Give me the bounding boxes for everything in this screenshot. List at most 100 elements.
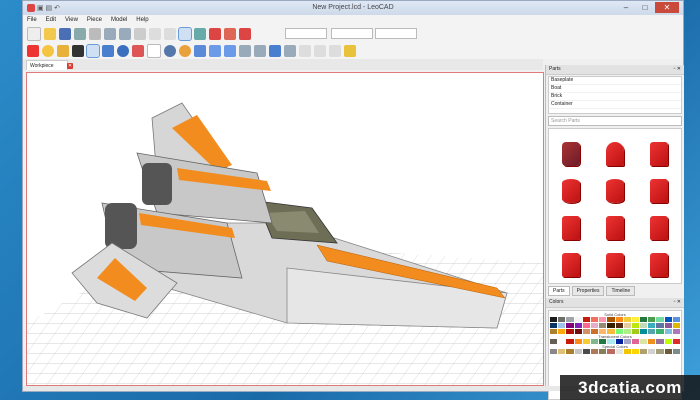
color-swatch[interactable] bbox=[558, 339, 566, 344]
color-swatch[interactable] bbox=[656, 339, 664, 344]
minimize-icon[interactable]: – bbox=[617, 2, 635, 13]
color-swatch[interactable] bbox=[590, 323, 599, 328]
color-swatch[interactable] bbox=[590, 329, 599, 334]
split-view-icon[interactable] bbox=[329, 44, 341, 57]
color-swatch[interactable] bbox=[582, 349, 590, 354]
color-swatch[interactable] bbox=[656, 323, 664, 328]
color-swatch[interactable] bbox=[648, 317, 656, 322]
color-swatch[interactable] bbox=[574, 329, 582, 334]
color-swatch[interactable] bbox=[631, 349, 640, 354]
copy-icon[interactable] bbox=[149, 27, 161, 40]
color-swatch[interactable] bbox=[599, 317, 607, 322]
color-swatch[interactable] bbox=[672, 339, 680, 344]
angle-snap-icon[interactable] bbox=[194, 27, 206, 40]
color-swatch[interactable] bbox=[664, 323, 672, 328]
part-thumbnail[interactable] bbox=[650, 141, 668, 166]
color-swatch[interactable] bbox=[566, 329, 574, 334]
menu-piece[interactable]: Piece bbox=[87, 17, 102, 23]
view-icon[interactable] bbox=[299, 44, 311, 57]
camera-tool-icon[interactable] bbox=[72, 44, 84, 57]
paste-icon[interactable] bbox=[164, 27, 176, 40]
zoom-region-icon[interactable] bbox=[224, 44, 236, 57]
color-swatch[interactable] bbox=[558, 323, 566, 328]
color-swatch[interactable] bbox=[656, 329, 664, 334]
rotate-icon[interactable] bbox=[117, 44, 129, 57]
3d-viewport[interactable] bbox=[26, 72, 544, 386]
color-swatch[interactable] bbox=[672, 323, 680, 328]
part-thumbnail[interactable] bbox=[562, 215, 580, 240]
first-step-icon[interactable] bbox=[239, 44, 251, 57]
color-swatch[interactable] bbox=[590, 349, 599, 354]
color-swatch[interactable] bbox=[623, 317, 631, 322]
color-swatch[interactable] bbox=[648, 349, 656, 354]
menu-file[interactable]: File bbox=[27, 17, 37, 23]
color-swatch[interactable] bbox=[672, 317, 680, 322]
paint-icon[interactable] bbox=[147, 43, 161, 58]
color-swatch[interactable] bbox=[566, 323, 574, 328]
color-swatch[interactable] bbox=[607, 323, 615, 328]
color-swatch[interactable] bbox=[574, 323, 582, 328]
color-swatch[interactable] bbox=[550, 323, 558, 328]
part-thumbnail[interactable] bbox=[606, 252, 624, 277]
next-step-icon[interactable] bbox=[269, 44, 281, 57]
color-swatch[interactable] bbox=[590, 339, 599, 344]
menu-view[interactable]: View bbox=[65, 17, 78, 23]
move-snap-dropdown[interactable] bbox=[285, 28, 327, 39]
color-swatch[interactable] bbox=[550, 349, 558, 354]
color-swatch[interactable] bbox=[566, 339, 574, 344]
color-swatch[interactable] bbox=[648, 323, 656, 328]
color-swatch[interactable] bbox=[582, 329, 590, 334]
color-swatch[interactable] bbox=[550, 339, 558, 344]
perspective-icon[interactable] bbox=[314, 44, 326, 57]
light-icon[interactable] bbox=[42, 44, 54, 57]
maximize-icon[interactable]: □ bbox=[636, 2, 654, 13]
color-swatch[interactable] bbox=[607, 349, 615, 354]
delete-icon[interactable] bbox=[132, 44, 144, 57]
color-swatch[interactable] bbox=[574, 339, 582, 344]
color-swatch[interactable] bbox=[672, 349, 680, 354]
color-swatch[interactable] bbox=[640, 349, 648, 354]
part-thumbnail[interactable] bbox=[650, 178, 668, 203]
save-icon[interactable] bbox=[59, 27, 71, 40]
close-tab-icon[interactable]: ✕ bbox=[67, 63, 73, 69]
relative-icon[interactable] bbox=[209, 27, 221, 40]
part-thumbnail[interactable] bbox=[562, 252, 580, 277]
camera-icon[interactable] bbox=[239, 27, 251, 40]
menu-model[interactable]: Model bbox=[111, 17, 127, 23]
color-swatch[interactable] bbox=[582, 339, 590, 344]
color-swatch[interactable] bbox=[640, 317, 648, 322]
part-thumbnail[interactable] bbox=[650, 215, 668, 240]
previous-step-icon[interactable] bbox=[254, 44, 266, 57]
color-swatch[interactable] bbox=[640, 329, 648, 334]
new-file-icon[interactable] bbox=[27, 26, 41, 41]
category-item[interactable]: Boat bbox=[549, 85, 681, 93]
print-icon[interactable] bbox=[74, 27, 86, 40]
color-swatch[interactable] bbox=[664, 317, 672, 322]
color-swatch[interactable] bbox=[640, 339, 648, 344]
cut-icon[interactable] bbox=[134, 27, 146, 40]
step-dropdown[interactable] bbox=[375, 28, 417, 39]
color-swatch[interactable] bbox=[582, 317, 590, 322]
color-swatch[interactable] bbox=[566, 349, 574, 354]
color-swatch[interactable] bbox=[664, 329, 672, 334]
color-swatch[interactable] bbox=[558, 317, 566, 322]
category-list[interactable]: Baseplate Boat Brick Container bbox=[548, 76, 682, 114]
part-thumbnail[interactable] bbox=[562, 141, 580, 166]
color-swatch[interactable] bbox=[640, 323, 648, 328]
snap-icon[interactable] bbox=[178, 26, 192, 41]
roll-icon[interactable] bbox=[209, 44, 221, 57]
color-swatch[interactable] bbox=[615, 349, 623, 354]
panel-close-icon[interactable]: ▫ ✕ bbox=[674, 65, 681, 74]
part-thumbnail[interactable] bbox=[606, 141, 624, 166]
pan-icon[interactable] bbox=[179, 44, 191, 57]
part-thumbnail[interactable] bbox=[606, 178, 624, 203]
colors-panel-close-icon[interactable]: ▫ ✕ bbox=[674, 298, 681, 307]
color-swatch[interactable] bbox=[648, 329, 656, 334]
menu-help[interactable]: Help bbox=[136, 17, 148, 23]
key-icon[interactable] bbox=[344, 44, 356, 57]
print-preview-icon[interactable] bbox=[89, 27, 101, 40]
redo-icon[interactable] bbox=[119, 27, 131, 40]
parts-search-input[interactable]: Search Parts bbox=[548, 116, 682, 126]
color-swatch[interactable] bbox=[599, 323, 607, 328]
insert-piece-icon[interactable] bbox=[27, 44, 39, 57]
